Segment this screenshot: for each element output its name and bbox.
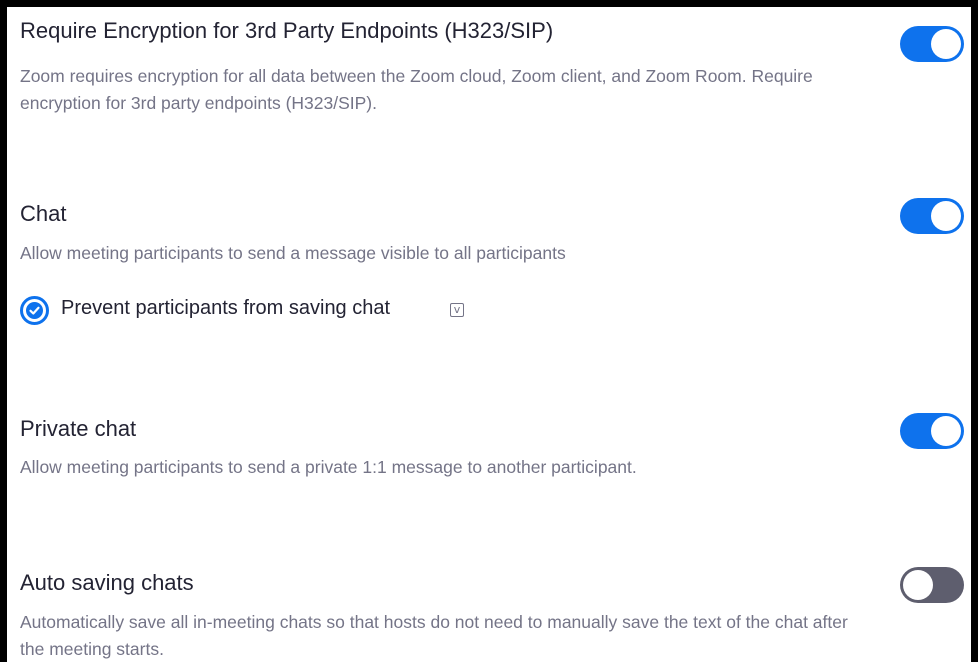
chat-toggle[interactable] <box>900 198 964 234</box>
require-encryption-toggle[interactable] <box>900 26 964 62</box>
prevent-saving-chat-label: Prevent participants from saving chat <box>61 297 391 319</box>
v-badge-icon[interactable]: v <box>450 303 464 317</box>
setting-description: Allow meeting participants to send a mes… <box>20 243 566 263</box>
setting-title: Chat <box>20 201 67 226</box>
settings-panel: Require Encryption for 3rd Party Endpoin… <box>0 0 978 662</box>
toggle-knob <box>931 416 961 446</box>
checkmark-icon <box>29 306 40 315</box>
setting-description: Zoom requires encryption for all data be… <box>20 66 813 113</box>
setting-title: Auto saving chats <box>20 570 194 595</box>
setting-description: Allow meeting participants to send a pri… <box>20 457 637 477</box>
toggle-knob <box>903 570 933 600</box>
toggle-knob <box>931 29 961 59</box>
setting-title: Require Encryption for 3rd Party Endpoin… <box>20 18 554 43</box>
toggle-knob <box>931 201 961 231</box>
auto-saving-chats-toggle[interactable] <box>900 567 964 603</box>
setting-description: Automatically save all in-meeting chats … <box>20 612 848 659</box>
setting-title: Private chat <box>20 416 137 441</box>
prevent-saving-chat-checkbox[interactable] <box>20 296 49 325</box>
private-chat-toggle[interactable] <box>900 413 964 449</box>
